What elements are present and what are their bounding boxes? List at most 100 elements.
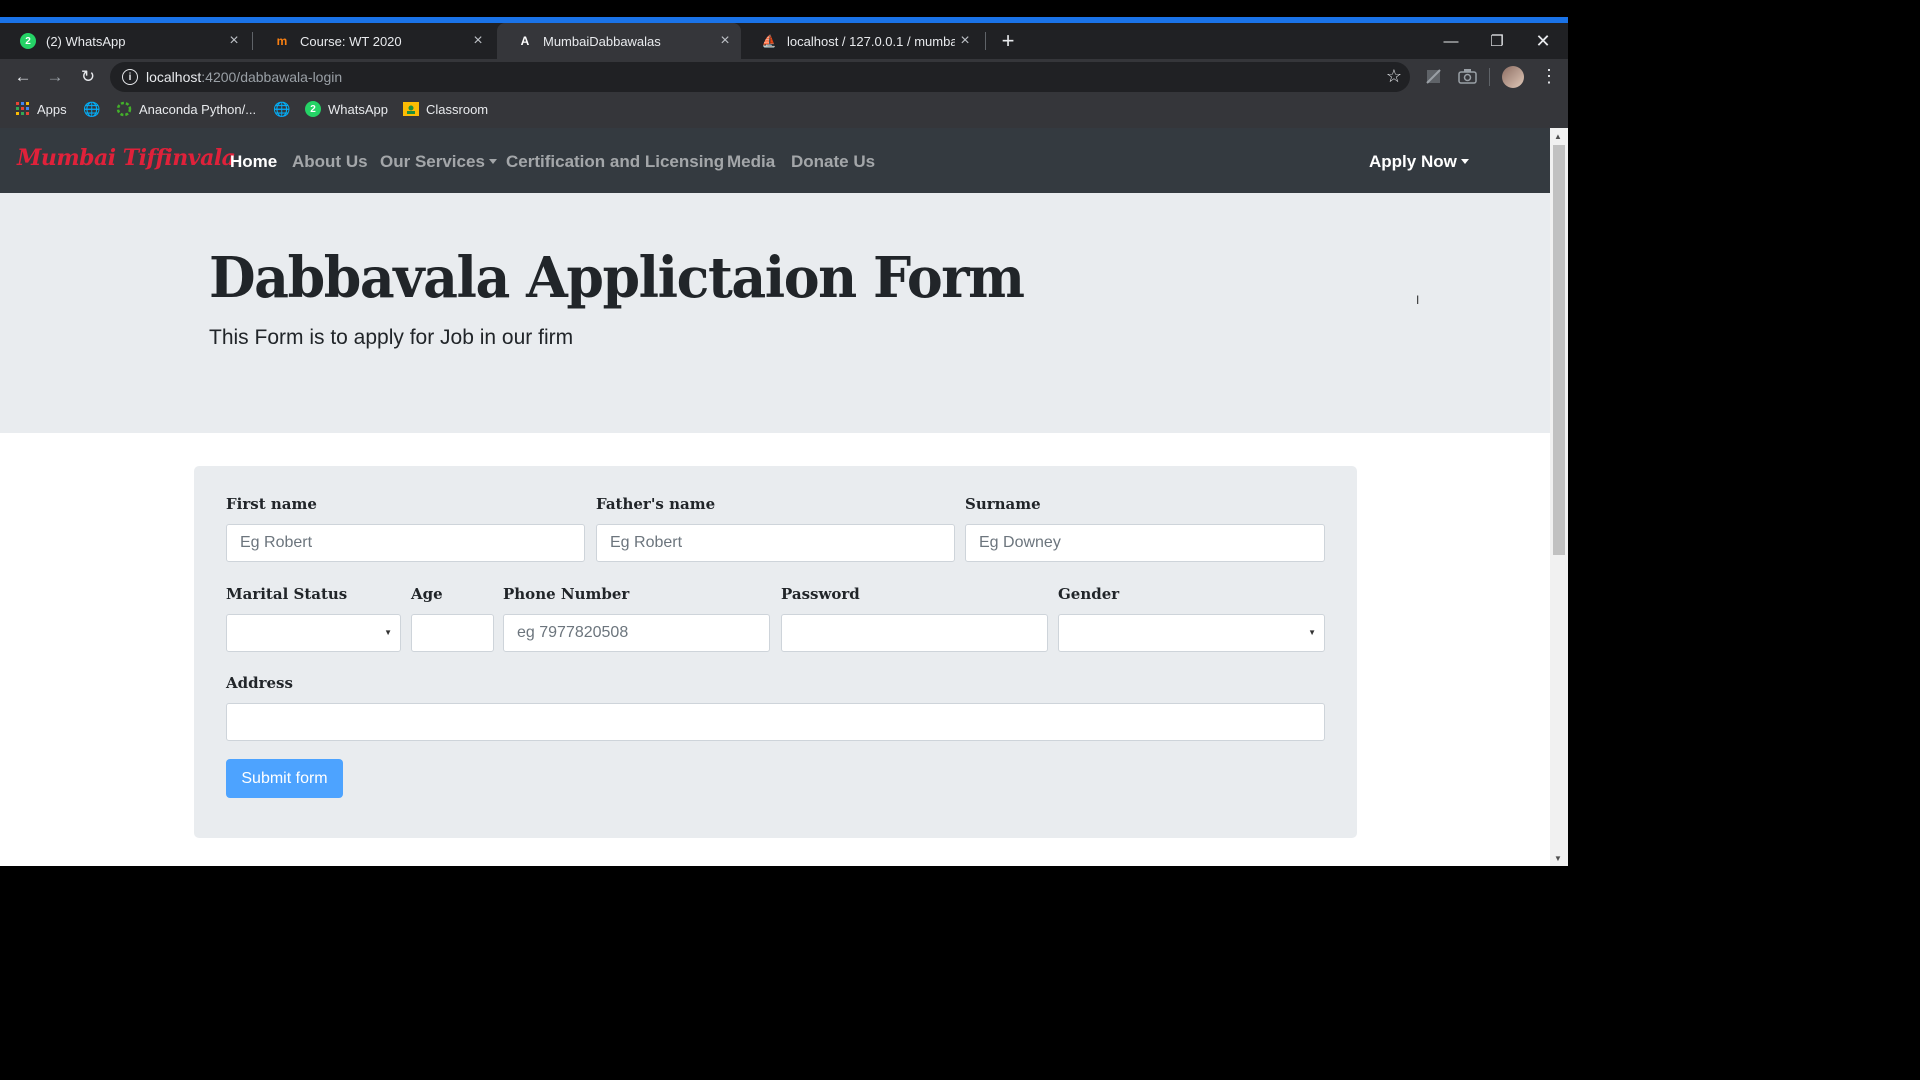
screen-bottom-strip (0, 866, 1568, 882)
bookmark-label: Anaconda Python/... (139, 101, 257, 117)
surname-input[interactable]: Eg Downey (965, 524, 1325, 562)
phpmyadmin-icon: ⛵ (761, 34, 777, 48)
bookmark-classroom[interactable]: Classroom (403, 95, 488, 123)
password-label: Password (781, 585, 860, 603)
nav-apply-now[interactable]: Apply Now (1369, 152, 1469, 172)
marital-status-select[interactable]: ▼ (226, 614, 401, 652)
phone-number-input[interactable]: eg 7977820508 (503, 614, 770, 652)
dropdown-arrow-icon: ▼ (1308, 628, 1316, 637)
bookmark-star-icon[interactable]: ☆ (1386, 66, 1402, 87)
url-path: :4200/dabbawala-login (201, 69, 343, 85)
site-navbar: Mumbai Tiffinvala Home About Us Our Serv… (0, 128, 1550, 193)
site-info-icon[interactable]: i (122, 69, 138, 85)
nav-about[interactable]: About Us (292, 152, 368, 172)
url-host: localhost (146, 69, 202, 85)
web-page: Mumbai Tiffinvala Home About Us Our Serv… (0, 128, 1550, 866)
address-bar[interactable]: i localhost:4200/dabbawala-login ☆ (110, 62, 1410, 92)
submit-form-button[interactable]: Submit form (226, 759, 343, 798)
moodle-icon: m (276, 34, 288, 48)
nav-certification[interactable]: Certification and Licensing (506, 152, 724, 172)
close-icon[interactable]: × (715, 32, 735, 50)
tab-title: localhost / 127.0.0.1 / mumbaida (787, 33, 955, 49)
toolbar-separator (1489, 68, 1490, 86)
camera-icon[interactable] (1458, 67, 1477, 85)
browser-toolbar: ← → ↻ i localhost:4200/dabbawala-login ☆ (0, 59, 1568, 95)
tab-title: MumbaiDabbawalas (543, 33, 661, 49)
bookmark-apps[interactable]: Apps (16, 95, 67, 123)
jumbotron: Dabbavala Applictaion Form This Form is … (0, 193, 1550, 433)
text-cursor-icon: I (1416, 293, 1420, 307)
whatsapp-icon: 2 (305, 101, 321, 117)
forward-arrow-icon[interactable]: → (40, 59, 70, 95)
reload-icon[interactable]: ↻ (73, 59, 103, 95)
page-scrollbar[interactable]: ▲ ▼ (1550, 128, 1568, 866)
gender-label: Gender (1058, 585, 1120, 603)
tab-phpmyadmin[interactable]: ⛵ localhost / 127.0.0.1 / mumbaida × (741, 23, 981, 59)
tab-mumbaidabbawalas[interactable]: A MumbaiDabbawalas × (497, 23, 741, 59)
nav-donate[interactable]: Donate Us (791, 152, 875, 172)
screen-top-strip (0, 0, 1568, 17)
first-name-label: First name (226, 495, 317, 513)
tab-title: (2) WhatsApp (46, 33, 126, 49)
classroom-icon (403, 102, 419, 116)
tab-title: Course: WT 2020 (300, 33, 402, 49)
close-icon[interactable]: × (224, 32, 244, 50)
menu-kebab-icon[interactable]: ⋮ (1540, 66, 1558, 87)
whatsapp-icon: 2 (20, 33, 36, 49)
extension-icon[interactable] (1425, 67, 1443, 85)
phone-number-label: Phone Number (503, 585, 630, 603)
bookmark-label: Apps (37, 101, 67, 117)
dropdown-arrow-icon: ▼ (384, 628, 392, 637)
restore-icon[interactable]: ❐ (1474, 23, 1520, 59)
page-title: Dabbavala Applictaion Form (209, 245, 1025, 311)
brand-logo[interactable]: Mumbai Tiffinvala (17, 145, 236, 171)
scroll-up-arrow-icon[interactable]: ▲ (1554, 132, 1562, 141)
close-icon[interactable]: × (955, 32, 975, 50)
globe-icon: 🌐 (273, 100, 291, 117)
nav-services[interactable]: Our Services (380, 152, 497, 172)
caret-down-icon (488, 159, 497, 164)
back-arrow-icon[interactable]: ← (8, 59, 38, 95)
surname-label: Surname (965, 495, 1041, 513)
password-input[interactable] (781, 614, 1048, 652)
tab-separator (985, 32, 986, 50)
minimize-icon[interactable]: — (1428, 23, 1474, 59)
profile-avatar[interactable] (1502, 66, 1524, 88)
fathers-name-label: Father's name (596, 495, 716, 513)
caret-down-icon (1460, 159, 1469, 164)
window-close-icon[interactable]: ✕ (1520, 23, 1566, 59)
scroll-down-arrow-icon[interactable]: ▼ (1554, 854, 1562, 863)
gender-select[interactable]: ▼ (1058, 614, 1325, 652)
nav-media[interactable]: Media (727, 152, 775, 172)
bookmark-label: WhatsApp (328, 101, 388, 117)
tab-whatsapp[interactable]: 2 (2) WhatsApp × (0, 23, 250, 59)
bookmark-anaconda[interactable]: Anaconda Python/... (116, 95, 256, 123)
age-input[interactable] (411, 614, 494, 652)
scrollbar-thumb[interactable] (1553, 145, 1565, 555)
angular-icon: A (520, 34, 530, 48)
anaconda-icon (116, 101, 132, 117)
nav-services-label: Our Services (380, 152, 485, 171)
tab-course[interactable]: m Course: WT 2020 × (254, 23, 494, 59)
close-icon[interactable]: × (468, 32, 488, 50)
fathers-name-input[interactable]: Eg Robert (596, 524, 955, 562)
age-label: Age (411, 585, 443, 603)
new-tab-plus-icon[interactable]: + (996, 23, 1020, 59)
page-subtitle: This Form is to apply for Job in our fir… (209, 326, 574, 349)
application-form: First name Eg Robert Father's name Eg Ro… (194, 466, 1357, 838)
bookmark-whatsapp[interactable]: 2 WhatsApp (305, 95, 388, 123)
bookmark-globe[interactable]: 🌐 (83, 95, 107, 123)
bookmark-label: Classroom (426, 101, 489, 117)
address-input[interactable] (226, 703, 1325, 741)
apply-now-label: Apply Now (1369, 152, 1457, 171)
bookmark-globe-2[interactable]: 🌐 (273, 95, 297, 123)
globe-icon: 🌐 (83, 100, 101, 117)
nav-home[interactable]: Home (230, 152, 277, 172)
apps-grid-icon (16, 102, 30, 116)
first-name-input[interactable]: Eg Robert (226, 524, 585, 562)
marital-status-label: Marital Status (226, 585, 348, 603)
address-label: Address (226, 674, 293, 692)
tab-separator (252, 32, 253, 50)
tab-bar: 2 (2) WhatsApp × m Course: WT 2020 × A M… (0, 23, 1568, 59)
bookmarks-bar: Apps 🌐 Anaconda Python/... 🌐 2 WhatsApp … (0, 95, 1568, 128)
